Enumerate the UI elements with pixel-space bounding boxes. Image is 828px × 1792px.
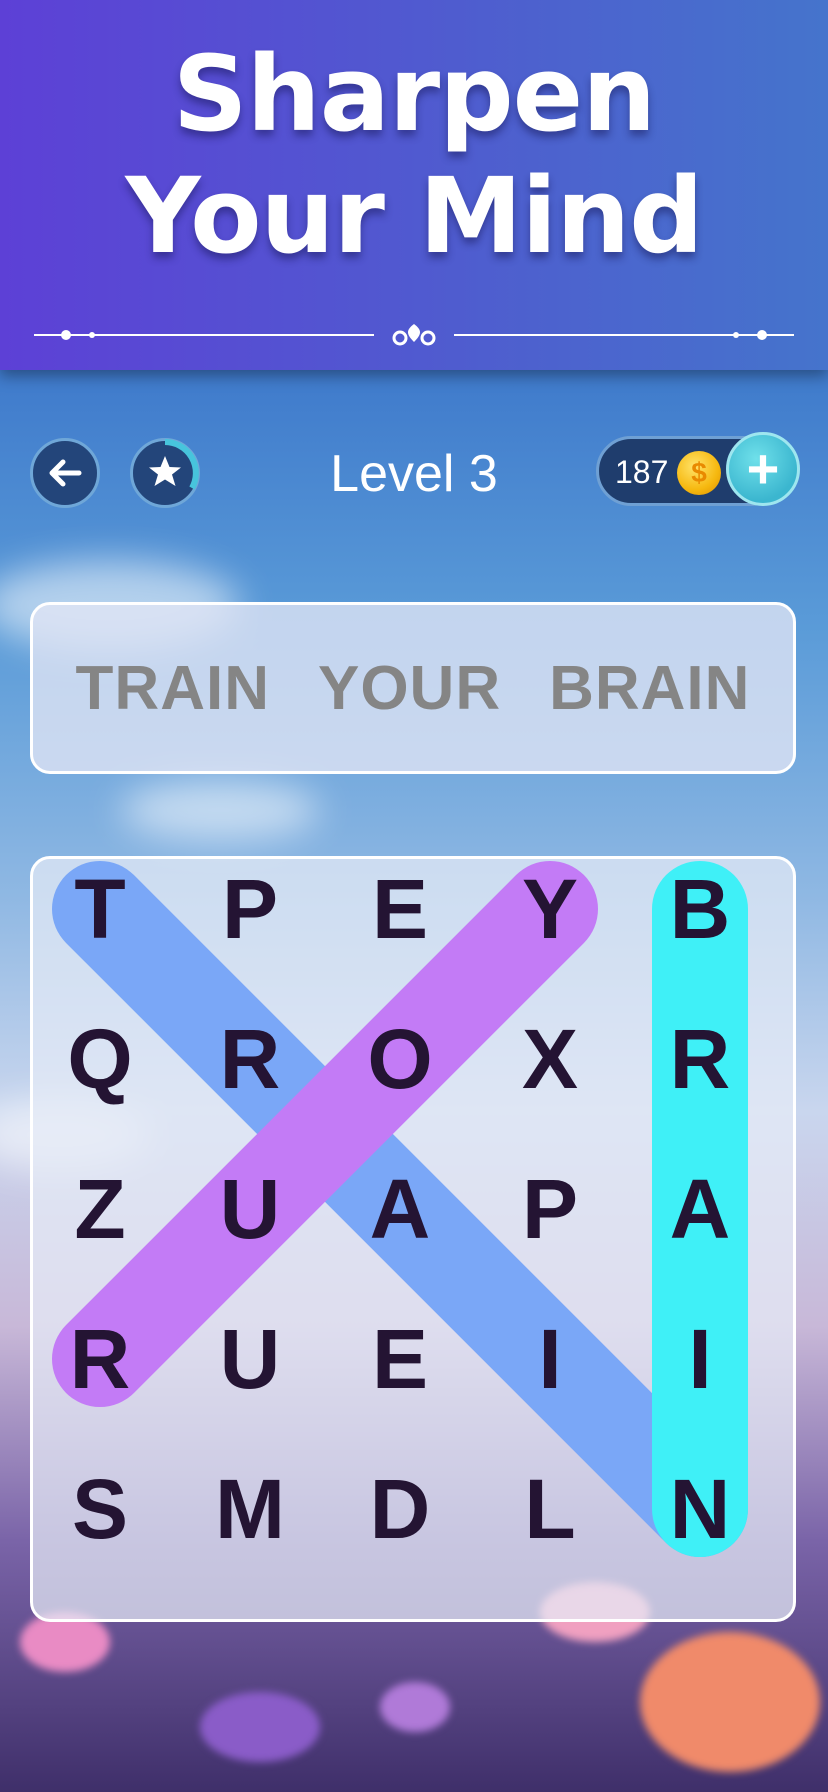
game-top-bar: Level 3 187 $ + (0, 432, 828, 516)
back-button[interactable] (30, 438, 100, 508)
grid-letter[interactable]: U (175, 1134, 325, 1284)
arrow-left-icon (49, 459, 82, 487)
target-word: YOUR (317, 653, 502, 723)
grid-letter[interactable]: E (325, 859, 475, 984)
grid-letter[interactable]: Q (33, 984, 175, 1134)
grid-letter[interactable]: U (175, 1284, 325, 1434)
target-words-panel: TRAIN YOUR BRAIN (30, 602, 796, 774)
grid-letter[interactable]: R (33, 1284, 175, 1434)
ornament-divider (34, 324, 794, 346)
star-icon (149, 439, 199, 490)
grid-letter[interactable]: B (625, 859, 775, 984)
letter-grid[interactable]: TPEYBQROXRZUAPARUEIISMDLN (30, 856, 796, 1622)
level-title: Level 3 (330, 445, 498, 503)
grid-letter[interactable]: S (33, 1434, 175, 1584)
grid-letter[interactable]: R (625, 984, 775, 1134)
grid-letter[interactable]: R (175, 984, 325, 1134)
grid-letter[interactable]: T (33, 859, 175, 984)
grid-letter[interactable]: L (475, 1434, 625, 1584)
grid-letter[interactable]: Z (33, 1134, 175, 1284)
grid-letter[interactable]: X (475, 984, 625, 1134)
grid-letter[interactable]: P (475, 1134, 625, 1284)
coin-dollar-icon: $ (677, 451, 721, 495)
cloud (120, 780, 320, 840)
banner-title-line2: Your Mind (125, 155, 703, 277)
grid-letter[interactable]: A (325, 1134, 475, 1284)
plus-icon: + (746, 437, 780, 500)
target-word: BRAIN (549, 653, 751, 723)
star-progress-button[interactable] (130, 438, 200, 508)
coin-count: 187 (615, 454, 669, 490)
grid-letter[interactable]: N (625, 1434, 775, 1584)
add-coins-button[interactable]: + (726, 432, 800, 506)
grid-letter[interactable]: E (325, 1284, 475, 1434)
target-word: TRAIN (75, 653, 270, 723)
grid-letter[interactable]: I (625, 1284, 775, 1434)
grid-letter[interactable]: O (325, 984, 475, 1134)
promo-banner: Sharpen Your Mind (0, 0, 828, 370)
grid-letter[interactable]: D (325, 1434, 475, 1584)
grid-letter[interactable]: P (175, 859, 325, 984)
grid-letter[interactable]: M (175, 1434, 325, 1584)
coin-symbol: $ (691, 457, 707, 488)
grid-letter[interactable]: A (625, 1134, 775, 1284)
grid-letter[interactable]: I (475, 1284, 625, 1434)
grid-letter[interactable]: Y (475, 859, 625, 984)
banner-title-line1: Sharpen (172, 33, 656, 155)
